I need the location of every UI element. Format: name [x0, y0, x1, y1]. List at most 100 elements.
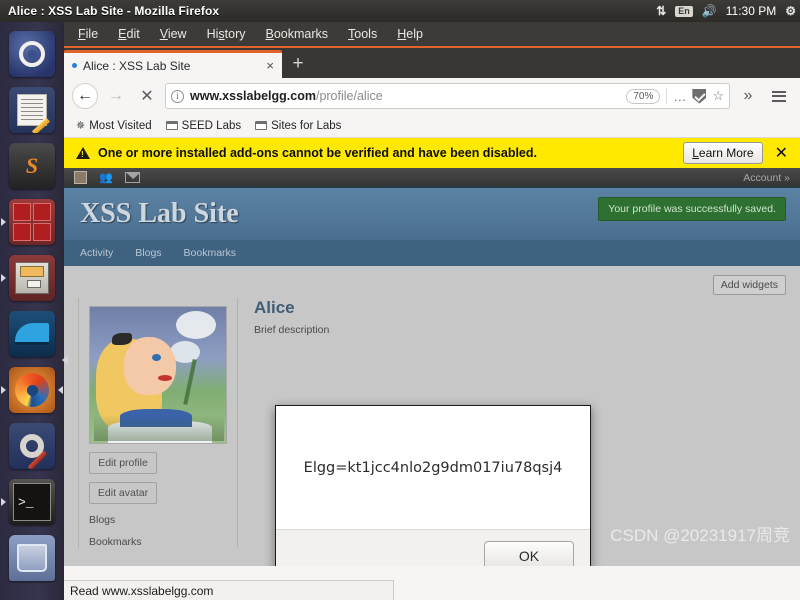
url-domain: www.xsslabelgg.com: [190, 89, 316, 103]
sidebar-link-blogs[interactable]: Blogs: [89, 514, 227, 526]
menu-view[interactable]: View: [160, 27, 187, 41]
nav-item-activity[interactable]: Activity: [80, 247, 113, 259]
pocket-shield-icon[interactable]: [692, 88, 707, 104]
profile-avatar[interactable]: [89, 306, 227, 444]
javascript-alert-dialog: Elgg=kt1jcc4nlo2g9dm017iu78qsj4 OK: [275, 405, 591, 566]
messages-envelope-icon[interactable]: [124, 172, 140, 183]
url-bar[interactable]: i www.xsslabelgg.com/profile/alice 70% ……: [165, 83, 730, 109]
clock[interactable]: 11:30 PM: [726, 4, 776, 18]
site-title: XSS Lab Site: [80, 198, 239, 229]
dialog-message: Elgg=kt1jcc4nlo2g9dm017iu78qsj4: [303, 459, 563, 476]
trash-icon: [9, 535, 55, 581]
learn-more-button[interactable]: Learn More: [683, 142, 763, 164]
nav-item-blogs[interactable]: Blogs: [135, 247, 161, 259]
topbar-avatar-icon[interactable]: [74, 171, 87, 184]
menu-help[interactable]: Help: [397, 27, 423, 41]
keyboard-layout-indicator[interactable]: En: [675, 5, 693, 17]
new-tab-button[interactable]: +: [282, 50, 314, 78]
bookmark-star-icon[interactable]: ☆: [712, 88, 724, 104]
tab-close-icon[interactable]: ×: [266, 58, 274, 73]
bookmark-label: Most Visited: [89, 119, 152, 132]
launcher-item-terminal-grid[interactable]: [0, 194, 64, 250]
launcher-item-trash[interactable]: [0, 530, 64, 586]
bookmark-label: Sites for Labs: [271, 119, 342, 132]
url-path: /profile/alice: [315, 89, 383, 103]
dialog-ok-button[interactable]: OK: [484, 541, 574, 566]
launcher-item-system-tools[interactable]: [0, 418, 64, 474]
page-actions-icon[interactable]: …: [673, 89, 686, 104]
launcher-item-terminal[interactable]: >_: [0, 474, 64, 530]
addon-notification-bar: One or more installed add-ons cannot be …: [64, 138, 800, 168]
window-edge-arrow-icon: [62, 355, 68, 365]
wireshark-icon: [9, 311, 55, 357]
system-top-panel: Alice : XSS Lab Site - Mozilla Firefox ⇅…: [0, 0, 800, 22]
success-message: Your profile was successfully saved.: [598, 197, 786, 221]
screen: Alice : XSS Lab Site - Mozilla Firefox ⇅…: [0, 0, 800, 600]
menu-edit[interactable]: Edit: [118, 27, 140, 41]
menu-hamburger-button[interactable]: [766, 83, 792, 109]
bookmark-label: SEED Labs: [181, 119, 242, 132]
notification-message: One or more installed add-ons cannot be …: [98, 146, 537, 160]
terminal-icon: >_: [9, 479, 55, 525]
zoom-level-indicator[interactable]: 70%: [626, 88, 661, 104]
folder-icon: [255, 121, 268, 130]
volume-icon[interactable]: 🔊: [702, 5, 717, 17]
firefox-window: File Edit View History Bookmarks Tools H…: [64, 22, 800, 600]
profile-sidebar: Edit profile Edit avatar Blogs Bookmarks: [78, 298, 238, 548]
account-menu[interactable]: Account »: [743, 172, 790, 184]
tab-active[interactable]: Alice : XSS Lab Site ×: [64, 50, 282, 78]
ubuntu-dash-icon: [9, 31, 55, 77]
launcher-item-file-manager[interactable]: [0, 250, 64, 306]
launcher-item-ubuntu-dash[interactable]: [0, 26, 64, 82]
friends-icon[interactable]: 👥: [99, 171, 113, 184]
launcher-item-text-editor[interactable]: [0, 82, 64, 138]
stop-button[interactable]: ✕: [134, 83, 160, 109]
warning-icon: [76, 147, 90, 159]
nav-item-bookmarks[interactable]: Bookmarks: [184, 247, 237, 259]
menu-history[interactable]: History: [207, 27, 246, 41]
forward-button[interactable]: →: [103, 83, 129, 109]
profile-brief-label: Brief description: [254, 324, 330, 336]
tab-strip: Alice : XSS Lab Site × +: [64, 48, 800, 78]
bookmark-most-visited[interactable]: ✵ Most Visited: [76, 119, 152, 133]
site-header: XSS Lab Site Your profile was successful…: [64, 188, 800, 240]
tab-loading-dot-icon: [72, 63, 77, 68]
dialog-body: Elgg=kt1jcc4nlo2g9dm017iu78qsj4: [276, 406, 590, 529]
sidebar-link-bookmarks[interactable]: Bookmarks: [89, 536, 227, 548]
watermark: CSDN @20231917周竞: [610, 526, 790, 545]
menu-bar: File Edit View History Bookmarks Tools H…: [64, 22, 800, 48]
edit-profile-button[interactable]: Edit profile: [89, 452, 157, 474]
edit-avatar-button[interactable]: Edit avatar: [89, 482, 157, 504]
hamburger-icon: [772, 90, 786, 102]
file-manager-icon: [9, 255, 55, 301]
power-gear-icon[interactable]: ⚙: [785, 5, 796, 17]
star-icon: ✵: [76, 120, 86, 132]
overflow-button[interactable]: »: [735, 83, 761, 109]
bookmarks-toolbar: ✵ Most Visited SEED Labs Sites for Labs: [64, 114, 800, 138]
back-button[interactable]: ←: [72, 83, 98, 109]
status-bar: Read www.xsslabelgg.com: [64, 580, 394, 600]
add-widgets-button[interactable]: Add widgets: [712, 275, 786, 295]
url-separator: [666, 88, 668, 104]
menu-file[interactable]: File: [78, 27, 98, 41]
launcher-item-sublime-text[interactable]: S: [0, 138, 64, 194]
tab-title: Alice : XSS Lab Site: [83, 58, 191, 73]
firefox-icon: [9, 367, 55, 413]
bookmark-sites-for-labs[interactable]: Sites for Labs: [255, 120, 341, 132]
system-tools-icon: [9, 423, 55, 469]
bookmark-seed-labs[interactable]: SEED Labs: [165, 119, 242, 132]
page-viewport: 👥 Account » XSS Lab Site Your profile wa…: [64, 168, 800, 566]
url-text: www.xsslabelgg.com/profile/alice: [190, 89, 620, 103]
sublime-text-icon: S: [9, 143, 55, 189]
network-updown-icon[interactable]: ⇅: [656, 5, 666, 17]
launcher-item-wireshark[interactable]: [0, 306, 64, 362]
menu-bookmarks[interactable]: Bookmarks: [266, 27, 329, 41]
folder-icon: [165, 121, 178, 130]
menu-tools[interactable]: Tools: [348, 27, 377, 41]
notification-close-icon[interactable]: ✕: [771, 143, 792, 163]
launcher-item-firefox[interactable]: [0, 362, 64, 418]
site-info-icon[interactable]: i: [171, 89, 184, 103]
site-navigation: Activity Blogs Bookmarks: [64, 240, 800, 266]
window-title: Alice : XSS Lab Site - Mozilla Firefox: [8, 4, 220, 18]
text-editor-icon: [9, 87, 55, 133]
